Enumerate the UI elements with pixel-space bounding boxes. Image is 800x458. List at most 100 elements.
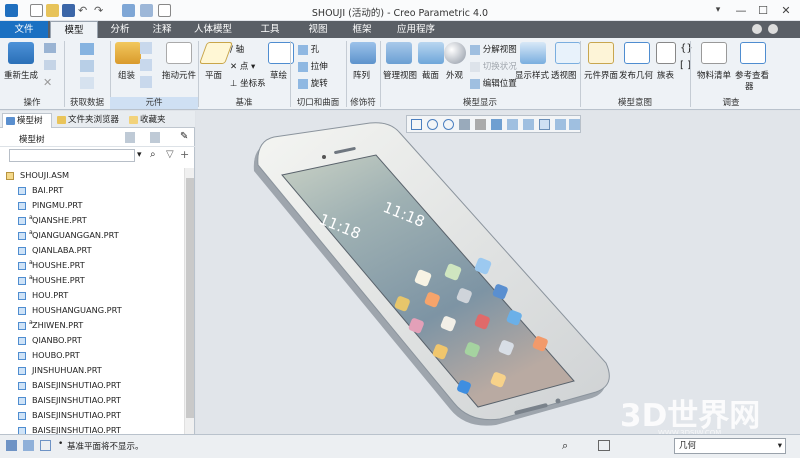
tree-item[interactable]: BAISEJINSHUTIAO.PRT — [0, 393, 183, 408]
section-button[interactable]: 截面 — [422, 69, 439, 81]
find-icon[interactable]: ⌕ — [562, 439, 568, 453]
binoculars-icon[interactable]: ⌕ — [150, 149, 156, 160]
axis-button[interactable]: 轴 — [236, 45, 245, 55]
group-component[interactable]: 元件 — [110, 97, 198, 109]
dropdown-icon[interactable]: ▾ — [707, 3, 729, 18]
shrinkwrap-icon[interactable] — [80, 77, 94, 89]
group-investigate[interactable]: 调查 — [690, 97, 772, 109]
hole-button[interactable]: 孔 — [311, 45, 320, 55]
create-icon[interactable] — [140, 42, 152, 54]
manage-views-icon[interactable] — [386, 42, 412, 64]
group-modifiers[interactable]: 修饰符 — [346, 97, 380, 109]
appearance-icon[interactable] — [444, 42, 466, 64]
tree-item[interactable]: a QIANSHE.PRT — [0, 213, 183, 228]
group-model-display[interactable]: 模型显示 — [380, 97, 580, 109]
tab-manikin[interactable]: 人体模型 — [184, 21, 242, 38]
help-icon[interactable] — [752, 24, 762, 34]
tree-item[interactable]: a QIANGUANGGAN.PRT — [0, 228, 183, 243]
bom-button[interactable]: 物料清单 — [697, 69, 731, 81]
perspective-icon[interactable] — [555, 42, 581, 64]
group-model-intent[interactable]: 模型意图 — [580, 97, 690, 109]
sketch-button[interactable]: 草绘 — [270, 69, 287, 81]
display-style-icon[interactable] — [520, 42, 546, 64]
tree-item[interactable]: a HOUSHE.PRT — [0, 258, 183, 273]
tree-item[interactable]: QIANBO.PRT — [0, 333, 183, 348]
close-button[interactable]: ✕ — [775, 3, 797, 18]
component-interface-button[interactable]: 元件界面 — [584, 69, 618, 81]
explode-view-button[interactable]: 分解视图 — [483, 45, 517, 55]
pin-icon[interactable]: ✎ — [180, 131, 188, 142]
filter-icon[interactable]: ▽ — [166, 149, 174, 160]
appearance-button[interactable]: 外观 — [446, 69, 463, 81]
group-cut-surface[interactable]: 切口和曲面 — [290, 97, 346, 109]
component-interface-icon[interactable] — [588, 42, 614, 64]
family-table-icon[interactable] — [656, 42, 676, 64]
manage-views-button[interactable]: 管理视图 — [383, 69, 417, 81]
tree-item[interactable]: BAISEJINSHUTIAO.PRT — [0, 408, 183, 423]
plane-icon[interactable] — [198, 42, 234, 64]
selection-filter[interactable]: 几何 ▾ — [674, 438, 786, 454]
tree-item[interactable]: QIANLABA.PRT — [0, 243, 183, 258]
paste-icon[interactable] — [44, 60, 56, 70]
revolve-button[interactable]: 旋转 — [311, 79, 328, 89]
assemble-button[interactable]: 组装 — [118, 69, 135, 81]
tree-scrollbar[interactable] — [184, 168, 194, 434]
publish-geometry-button[interactable]: 发布几何 — [619, 69, 653, 81]
minimize-button[interactable]: — — [730, 3, 752, 18]
tab-framework[interactable]: 框架 — [342, 21, 382, 38]
tab-annotate[interactable]: 注释 — [142, 21, 182, 38]
tab-favorites[interactable]: 收藏夹 — [126, 113, 178, 128]
drag-components-button[interactable]: 拖动元件 — [162, 69, 196, 81]
maximize-button[interactable]: ☐ — [752, 3, 774, 18]
bom-icon[interactable] — [701, 42, 727, 64]
phone-model[interactable]: 11:18 11:18 — [196, 111, 800, 434]
tab-tools[interactable]: 工具 — [248, 21, 292, 38]
tree-item[interactable]: HOUSHANGUANG.PRT — [0, 303, 183, 318]
pattern-icon[interactable] — [350, 42, 376, 64]
tree-item[interactable]: BAISEJINSHUTIAO.PRT — [0, 423, 183, 434]
csys-button[interactable]: 坐标系 — [240, 79, 266, 89]
toggle-status-button[interactable]: 切换状况 — [483, 62, 517, 72]
tab-analysis[interactable]: 分析 — [100, 21, 140, 38]
package-icon[interactable] — [140, 76, 152, 88]
point-button[interactable]: 点 — [240, 62, 249, 72]
fullscreen-icon[interactable] — [40, 440, 51, 451]
selection-buffer-icon[interactable] — [598, 440, 610, 451]
assemble-icon[interactable] — [115, 42, 141, 64]
perspective-button[interactable]: 透视图 — [551, 69, 577, 81]
settings-icon[interactable] — [768, 24, 778, 34]
family-table-button[interactable]: 族表 — [657, 69, 674, 81]
publish-geometry-icon[interactable] — [624, 42, 650, 64]
tree-item[interactable]: JINSHUHUAN.PRT — [0, 363, 183, 378]
group-get-data[interactable]: 获取数据 — [64, 97, 110, 109]
tree-item[interactable]: BAISEJINSHUTIAO.PRT — [0, 378, 183, 393]
graphics-window[interactable]: 11:18 11:18 3D世界网 WWW.3DSJW.COM — [196, 111, 800, 437]
regenerate-button[interactable]: 重新生成 — [4, 69, 38, 81]
copy-icon[interactable] — [44, 43, 56, 53]
regenerate-icon[interactable] — [8, 42, 34, 64]
tree-settings-icon[interactable] — [125, 132, 135, 143]
plane-button[interactable]: 平面 — [205, 69, 222, 81]
display-style-button[interactable]: 显示样式 — [515, 69, 549, 81]
reference-viewer-button-line2[interactable]: 器 — [745, 80, 754, 92]
add-icon[interactable]: + — [180, 148, 189, 161]
dropdown-icon[interactable]: ▾ — [137, 150, 142, 160]
pattern-button[interactable]: 阵列 — [353, 69, 370, 81]
repeat-icon[interactable] — [140, 59, 152, 71]
tab-view[interactable]: 视图 — [298, 21, 338, 38]
tab-model[interactable]: 模型 — [50, 21, 98, 38]
tab-model-tree[interactable]: 模型树 — [2, 113, 52, 128]
reference-viewer-icon[interactable] — [740, 42, 766, 64]
tree-item[interactable]: HOUBO.PRT — [0, 348, 183, 363]
tree-item[interactable]: PINGMU.PRT — [0, 198, 183, 213]
copy-geometry-icon[interactable] — [80, 60, 94, 72]
tree-item[interactable]: HOU.PRT — [0, 288, 183, 303]
tree-root[interactable]: SHOUJI.ASM — [0, 168, 183, 183]
tab-folder-browser[interactable]: 文件夹浏览器 — [54, 113, 124, 128]
tab-applications[interactable]: 应用程序 — [386, 21, 446, 38]
extrude-button[interactable]: 拉伸 — [311, 62, 328, 72]
search-input[interactable] — [9, 149, 135, 162]
browser-toggle-icon[interactable] — [23, 440, 34, 451]
edit-position-button[interactable]: 编辑位置 — [483, 79, 517, 89]
scrollbar-thumb[interactable] — [186, 178, 194, 418]
